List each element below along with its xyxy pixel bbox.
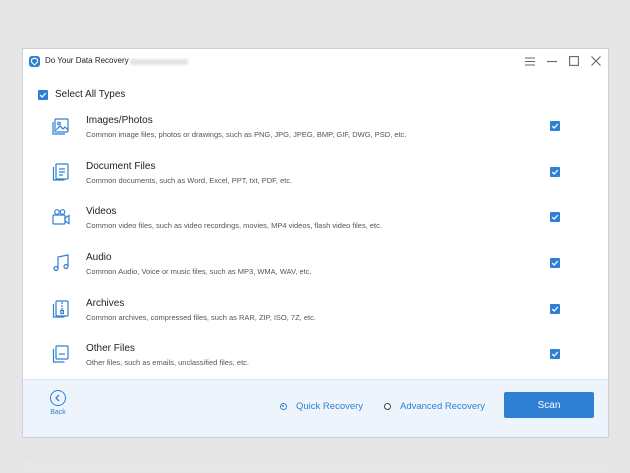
video-icon [50,206,72,228]
quick-recovery-radio[interactable] [280,403,287,410]
file-type-row-archives[interactable]: Archives Common archives, compressed fil… [23,292,608,338]
images-checkbox[interactable] [550,121,560,131]
background-shadow [22,455,609,469]
document-icon [50,161,72,183]
file-type-title: Images/Photos [86,115,153,126]
file-type-title: Document Files [86,160,156,172]
advanced-recovery-option[interactable]: Advanced Recovery [384,401,485,412]
blurred-title-area [130,59,188,65]
quick-recovery-option[interactable]: Quick Recovery [280,401,363,412]
footer-bar: Back Quick Recovery Advanced Recovery Sc… [23,379,608,437]
file-type-list: Images/Photos Common image files, photos… [23,109,608,383]
image-icon [50,115,72,137]
close-icon[interactable] [588,53,604,69]
file-type-title: Audio [86,252,112,264]
file-type-description: Common Audio, Voice or music files, such… [86,267,312,277]
audio-checkbox[interactable] [550,258,560,269]
scan-button[interactable]: Scan [504,392,594,418]
file-type-title: Videos [86,206,117,218]
videos-checkbox[interactable] [550,212,560,223]
back-arrow-icon [50,390,66,406]
file-type-row-documents[interactable]: Document Files Common documents, such as… [23,155,608,201]
file-type-row-other[interactable]: Other Files Other files, such as emails,… [23,337,608,383]
app-logo-icon [29,56,40,67]
minimize-icon[interactable] [544,53,560,69]
select-all-label: Select All Types [55,89,126,100]
file-type-description: Common video files, such as video record… [86,221,382,231]
file-type-description: Common archives, compressed files, such … [86,312,316,322]
file-type-row-audio[interactable]: Audio Common Audio, Voice or music files… [23,246,608,292]
maximize-icon[interactable] [566,53,582,69]
file-type-title: Archives [86,297,125,309]
back-label: Back [50,409,66,416]
select-all-checkbox[interactable] [38,89,48,100]
title-bar: Do Your Data Recovery [23,49,608,75]
documents-checkbox[interactable] [550,166,560,177]
quick-recovery-label: Quick Recovery [296,401,364,412]
archives-checkbox[interactable] [550,303,560,314]
file-type-row-videos[interactable]: Videos Common video files, such as video… [23,200,608,246]
app-window: Do Your Data Recovery Select All Types I… [22,48,609,438]
file-type-title: Other Files [86,343,135,355]
file-type-description: Common image files, photos or drawings, … [86,130,407,139]
file-type-description: Other files, such as emails, unclassifie… [86,358,249,368]
select-all-types[interactable]: Select All Types [38,89,125,100]
advanced-recovery-label: Advanced Recovery [400,401,486,412]
other-files-icon [50,343,72,365]
advanced-recovery-radio[interactable] [384,403,391,410]
file-type-description: Common documents, such as Word, Excel, P… [86,175,293,185]
window-title: Do Your Data Recovery [45,56,129,65]
archive-icon [50,298,72,320]
audio-icon [50,252,72,274]
menu-icon[interactable] [522,53,538,69]
file-type-row-images[interactable]: Images/Photos Common image files, photos… [23,109,608,155]
back-button[interactable]: Back [48,390,68,416]
other-files-checkbox[interactable] [550,349,560,360]
